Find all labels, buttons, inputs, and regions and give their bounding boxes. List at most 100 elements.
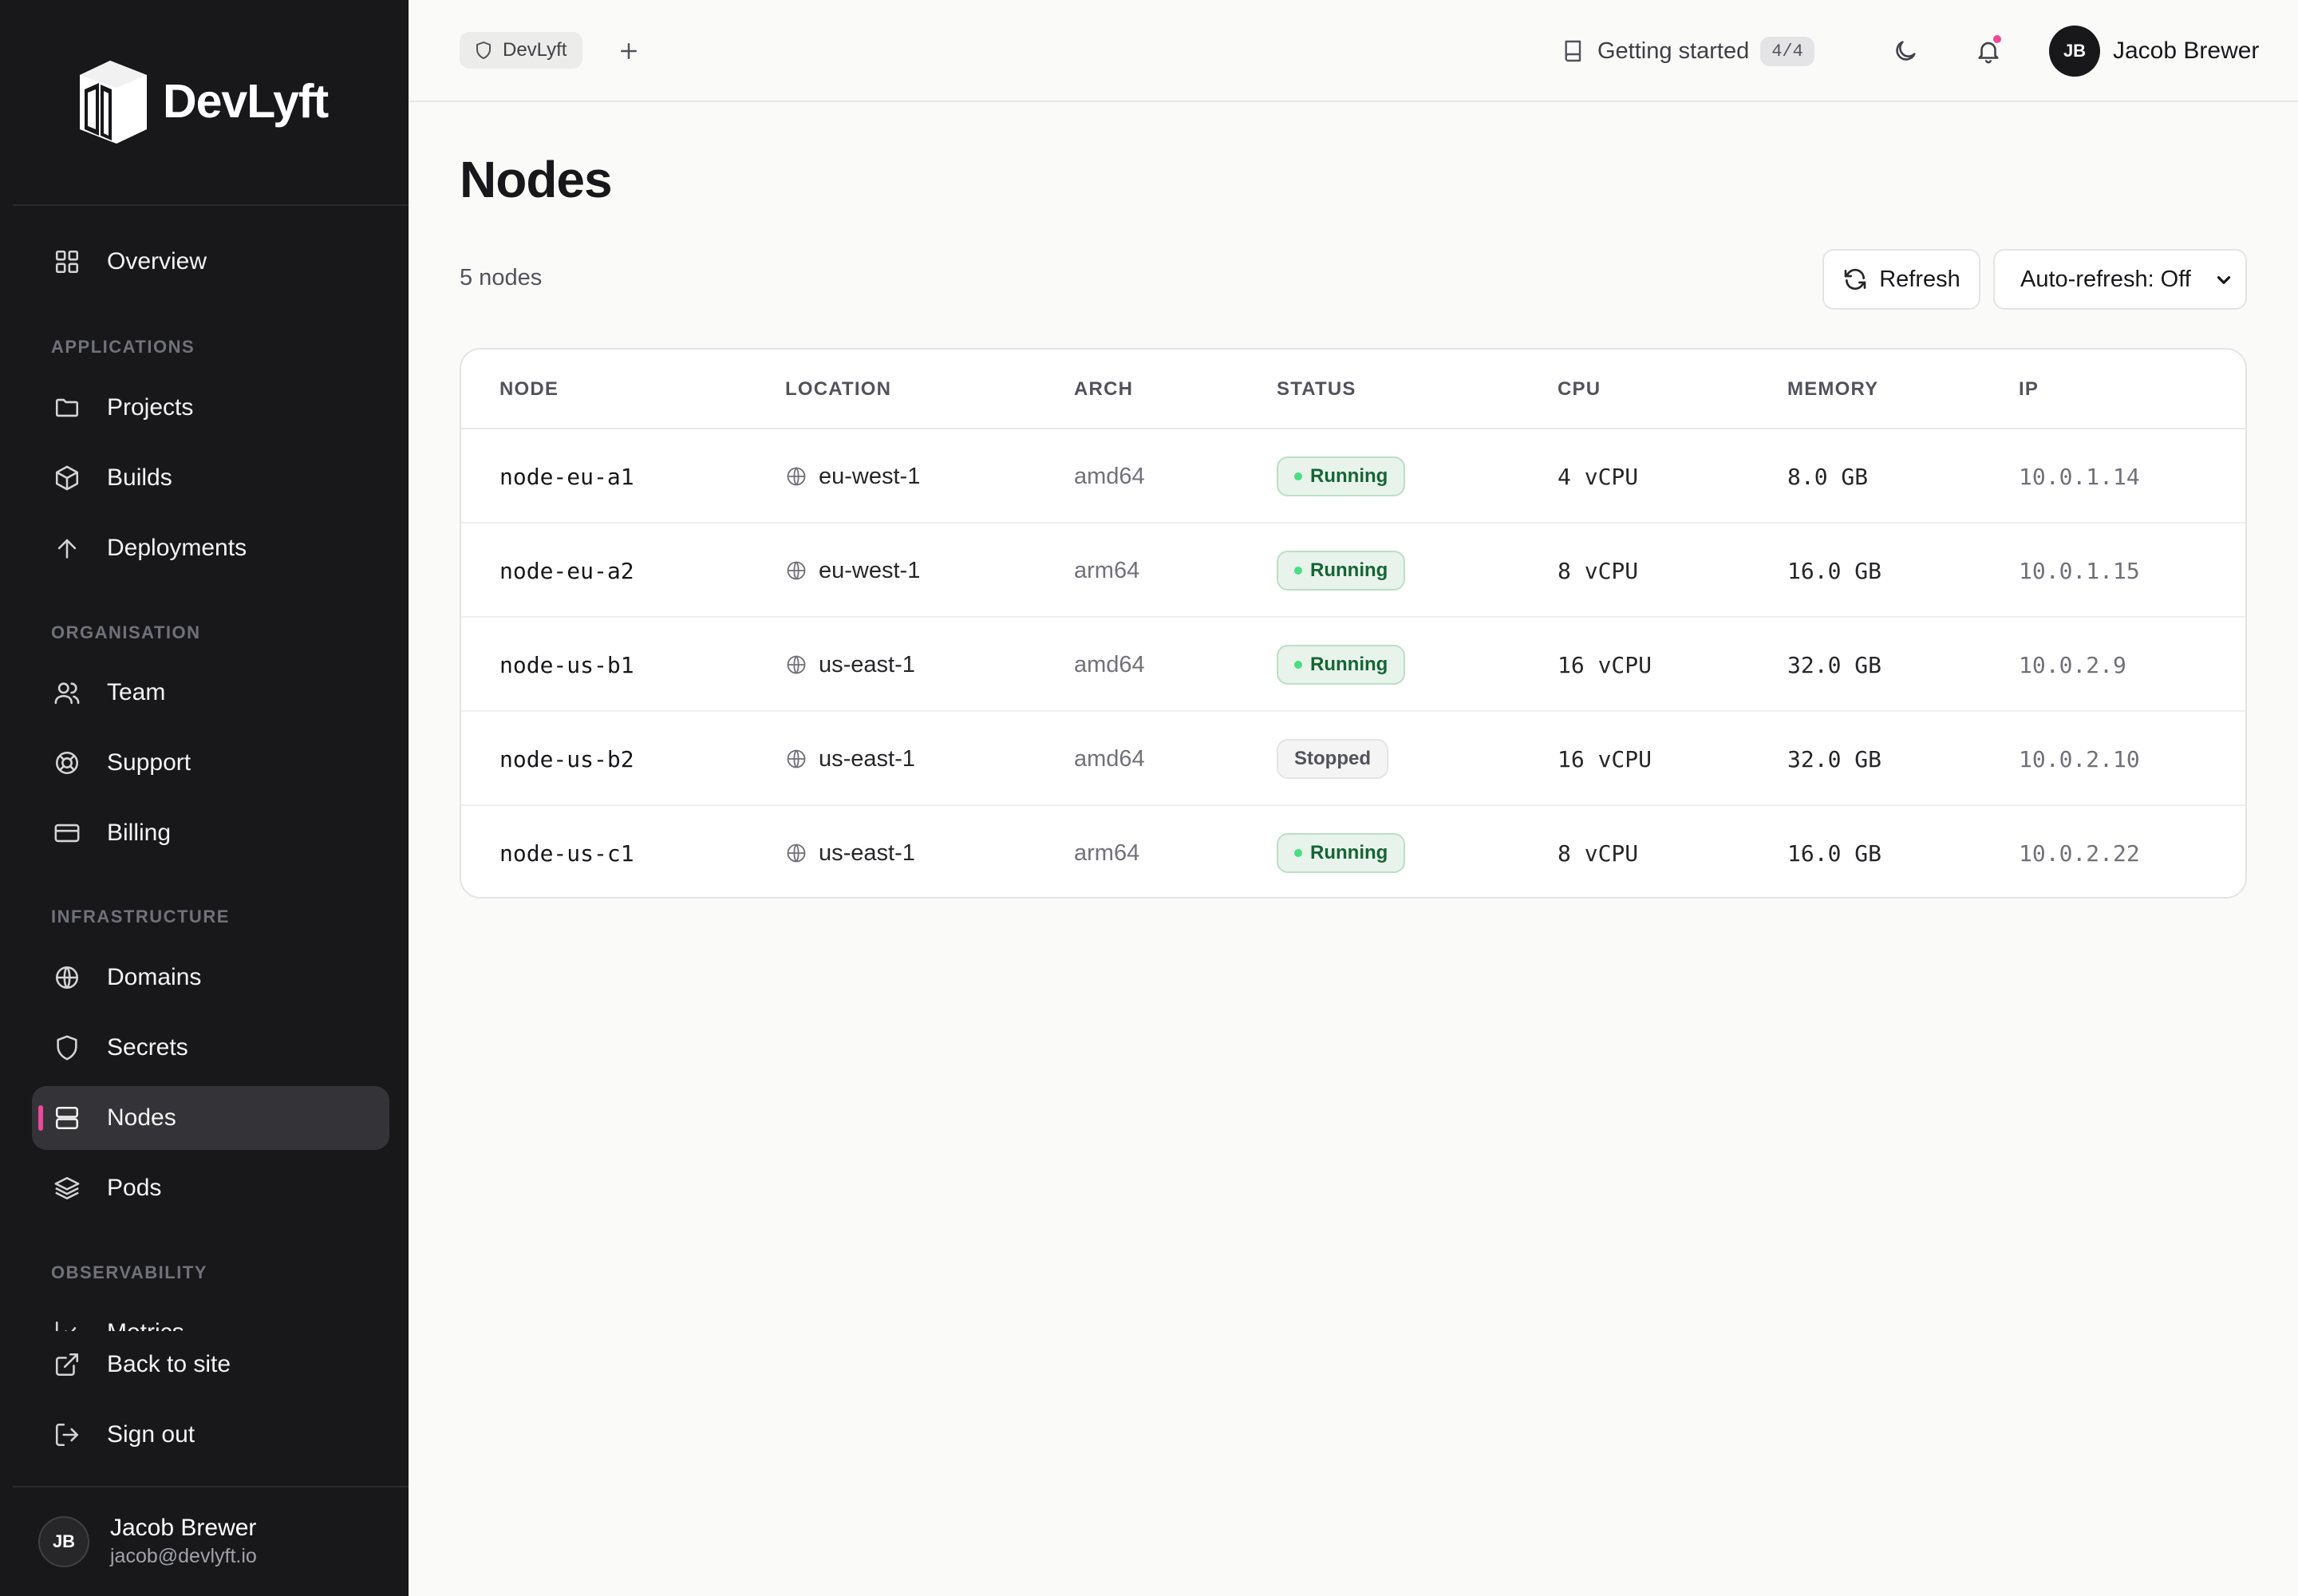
table-row[interactable]: node-eu-a1 eu-west-1 amd64 Running 4 vCP…: [461, 429, 2245, 523]
node-name[interactable]: node-us-b2: [499, 712, 634, 806]
column-header-node[interactable]: NODE: [499, 378, 559, 401]
node-name[interactable]: node-us-b1: [499, 618, 634, 712]
sidebar-item-overview[interactable]: Overview: [32, 230, 389, 294]
status-dot: [1294, 472, 1302, 480]
status-badge: Running: [1277, 833, 1406, 873]
node-name[interactable]: node-eu-a2: [499, 523, 634, 618]
location-label: eu-west-1: [819, 463, 921, 489]
node-arch: amd64: [1074, 745, 1145, 772]
column-header-ip[interactable]: IP: [2019, 378, 2039, 401]
sidebar-nav[interactable]: Overview APPLICATIONS Projects Builds De…: [0, 200, 409, 1331]
node-status: Running: [1277, 523, 1406, 618]
sidebar-item-metrics[interactable]: Metrics: [32, 1301, 389, 1331]
column-header-memory[interactable]: MEMORY: [1787, 378, 1878, 401]
node-name[interactable]: node-eu-a1: [499, 429, 634, 523]
user-email: jacob@devlyft.io: [110, 1545, 257, 1567]
sidebar-item-label: Domains: [107, 964, 202, 990]
node-arch: amd64: [1074, 463, 1145, 489]
getting-started-button[interactable]: Getting started 4/4: [1561, 30, 1814, 72]
sidebar: DevLyft Overview APPLICATIONS Projects B…: [0, 0, 409, 1596]
external-link-icon: [49, 1347, 85, 1382]
sidebar-item-label: Pods: [107, 1175, 162, 1201]
node-status: Running: [1277, 806, 1406, 897]
sidebar-item-domains[interactable]: Domains: [32, 946, 389, 1009]
sidebar-item-nodes[interactable]: Nodes: [32, 1086, 389, 1150]
plus-icon: [617, 39, 641, 63]
project-chip[interactable]: DevLyft: [460, 32, 583, 69]
book-icon: [1561, 38, 1586, 64]
getting-started-progress: 4/4: [1760, 36, 1814, 66]
user-menu[interactable]: JB Jacob Brewer: [2049, 26, 2259, 77]
status-badge: Stopped: [1277, 739, 1388, 779]
node-ip: 10.0.1.14: [2019, 463, 2140, 490]
user-name: Jacob Brewer: [2113, 38, 2260, 64]
node-location: us-east-1: [785, 618, 915, 712]
node-name[interactable]: node-us-c1: [499, 806, 634, 897]
shield-icon: [49, 1030, 85, 1065]
refresh-icon: [1842, 267, 1868, 292]
sidebar-item-label: Deployments: [107, 535, 247, 561]
add-project-button[interactable]: [611, 34, 646, 69]
node-memory: 8.0 GB: [1787, 463, 1869, 490]
sidebar-item-deployments[interactable]: Deployments: [32, 516, 389, 580]
node-cpu: 8 vCPU: [1558, 839, 1639, 867]
user-name: Jacob Brewer: [110, 1515, 257, 1541]
column-header-arch[interactable]: ARCH: [1074, 378, 1133, 401]
table-row[interactable]: node-us-b1 us-east-1 amd64 Running 16 vC…: [461, 618, 2245, 712]
sidebar-item-secrets[interactable]: Secrets: [32, 1016, 389, 1080]
node-status: Running: [1277, 429, 1406, 523]
notifications-button[interactable]: [1968, 30, 2009, 72]
node-cpu: 16 vCPU: [1558, 651, 1652, 678]
node-memory: 16.0 GB: [1787, 557, 1882, 584]
column-header-cpu[interactable]: CPU: [1558, 378, 1601, 401]
node-ip: 10.0.2.10: [2019, 745, 2140, 772]
nodes-table: NODE LOCATION ARCH STATUS CPU MEMORY IP …: [460, 348, 2247, 899]
server-icon: [49, 1100, 85, 1136]
users-icon: [49, 675, 85, 710]
column-header-status[interactable]: STATUS: [1277, 378, 1356, 401]
node-memory: 16.0 GB: [1787, 839, 1882, 867]
globe-icon: [785, 748, 807, 770]
avatar: JB: [38, 1515, 89, 1567]
chart-icon: [49, 1315, 85, 1331]
sidebar-item-billing[interactable]: Billing: [32, 801, 389, 865]
refresh-button[interactable]: Refresh: [1822, 249, 1980, 310]
grid-icon: [49, 244, 85, 279]
node-memory: 32.0 GB: [1787, 745, 1882, 772]
table-row[interactable]: node-us-c1 us-east-1 arm64 Running 8 vCP…: [461, 806, 2245, 897]
logo-icon: [77, 57, 150, 145]
location-label: us-east-1: [819, 745, 915, 772]
sidebar-item-projects[interactable]: Projects: [32, 376, 389, 440]
table-row[interactable]: node-eu-a2 eu-west-1 arm64 Running 8 vCP…: [461, 523, 2245, 618]
sidebar-item-pods[interactable]: Pods: [32, 1156, 389, 1220]
back-to-site-link[interactable]: Back to site: [32, 1333, 389, 1396]
folder-icon: [49, 390, 85, 425]
status-dot: [1294, 567, 1302, 575]
sidebar-item-label: Overview: [107, 248, 207, 275]
node-cpu: 8 vCPU: [1558, 557, 1639, 584]
auto-refresh-select[interactable]: Auto-refresh: Off: [1993, 249, 2247, 310]
column-header-location[interactable]: LOCATION: [785, 378, 891, 401]
node-location: us-east-1: [785, 712, 915, 806]
table-row[interactable]: node-us-b2 us-east-1 amd64 Stopped 16 vC…: [461, 712, 2245, 806]
sidebar-user[interactable]: JB Jacob Brewer jacob@devlyft.io: [38, 1515, 257, 1568]
section-label-infrastructure: INFRASTRUCTURE: [51, 907, 230, 926]
node-arch: amd64: [1074, 651, 1145, 678]
location-label: us-east-1: [819, 651, 915, 678]
node-location: eu-west-1: [785, 429, 920, 523]
sign-out-button[interactable]: Sign out: [32, 1403, 389, 1467]
log-out-icon: [49, 1417, 85, 1452]
globe-icon: [785, 654, 807, 676]
sidebar-item-team[interactable]: Team: [32, 661, 389, 725]
brand-logo[interactable]: DevLyft: [77, 57, 329, 145]
sidebar-item-support[interactable]: Support: [32, 731, 389, 795]
shield-icon: [474, 41, 493, 60]
notification-dot: [1992, 34, 2003, 45]
status-label: Stopped: [1294, 748, 1371, 769]
globe-icon: [785, 465, 807, 488]
lifebuoy-icon: [49, 745, 85, 780]
status-label: Running: [1310, 654, 1388, 675]
sidebar-item-builds[interactable]: Builds: [32, 446, 389, 510]
project-chip-label: DevLyft: [503, 39, 567, 61]
theme-toggle-button[interactable]: [1885, 30, 1926, 72]
